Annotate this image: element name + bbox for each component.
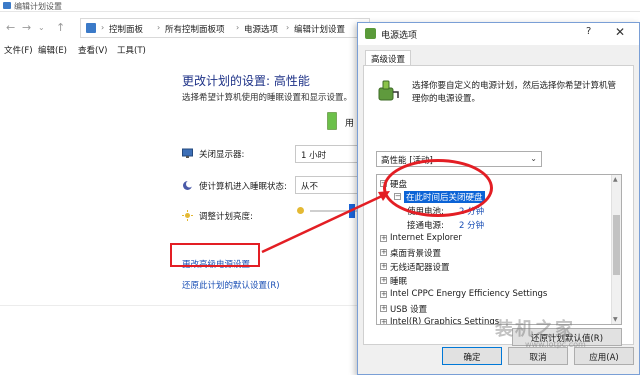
watermark-logo: 装机之家 [495,319,575,340]
watermark-url: www.lotpc.com [525,340,586,349]
